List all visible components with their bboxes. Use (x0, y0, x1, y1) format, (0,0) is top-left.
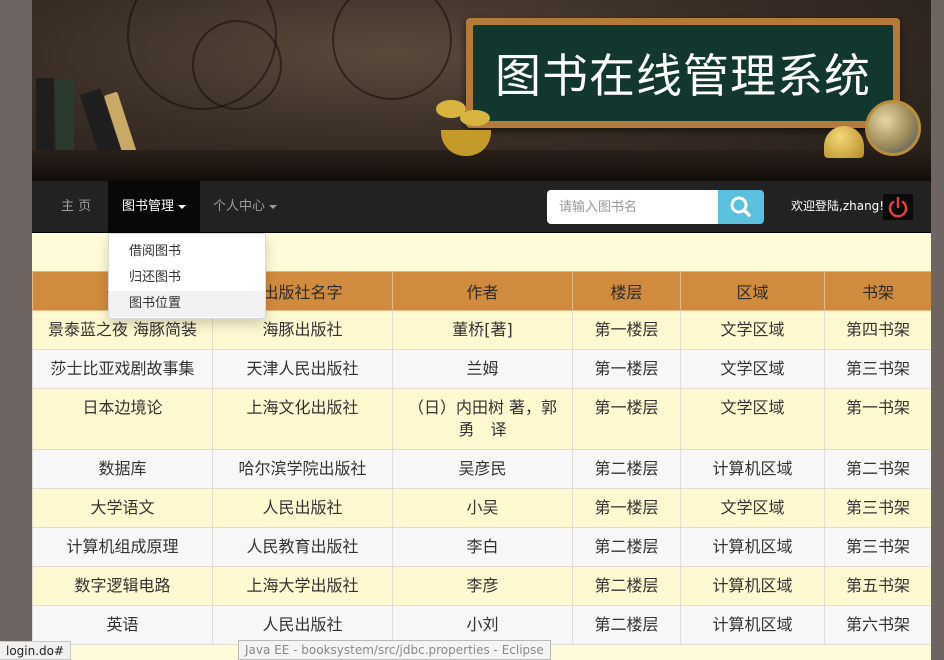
cell-floor: 第二楼层 (572, 566, 681, 606)
bell-icon (824, 126, 864, 158)
book-location-table: 书名 出版社名字 作者 楼层 区域 书架 景泰蓝之夜 海豚简装 海豚出版社 董桥… (32, 271, 931, 645)
table-row: 英语 人民出版社 小刘 第二楼层 计算机区域 第六书架 (32, 605, 931, 645)
nav-book-manage-label: 图书管理 (122, 199, 175, 214)
search-button[interactable] (718, 190, 764, 224)
cell-book-name: 莎士比亚戏剧故事集 (32, 349, 213, 389)
caret-down-icon (178, 204, 187, 209)
bonsai-icon (460, 110, 490, 126)
logout-button[interactable] (883, 194, 913, 220)
caret-down-icon (269, 204, 278, 209)
cell-area: 计算机区域 (680, 449, 825, 489)
table-row: 数据库 哈尔滨学院出版社 吴彦民 第二楼层 计算机区域 第二书架 (32, 449, 931, 489)
cell-book-name: 大学语文 (32, 488, 213, 528)
cell-author: 小吴 (392, 488, 573, 528)
taskbar-tooltip: Java EE - booksystem/src/jdbc.properties… (238, 640, 551, 660)
cell-area: 文学区域 (680, 388, 825, 450)
cell-book-name: 日本边境论 (32, 388, 213, 450)
cell-floor: 第一楼层 (572, 388, 681, 450)
cell-area: 计算机区域 (680, 527, 825, 567)
cell-author: （日）内田树 著，郭勇 译 (392, 388, 573, 450)
table-row: 计算机组成原理 人民教育出版社 李白 第二楼层 计算机区域 第三书架 (32, 527, 931, 567)
cell-shelf: 第五书架 (824, 566, 931, 606)
page: 图书在线管理系统 主 页 图书管理 个人中心 欢迎登陆,zhang! (32, 0, 931, 660)
table-row: 大学语文 人民出版社 小吴 第一楼层 文学区域 第三书架 (32, 488, 931, 528)
cell-shelf: 第三书架 (824, 527, 931, 567)
cell-publisher: 上海文化出版社 (212, 388, 393, 450)
nav-personal-center[interactable]: 个人中心 (199, 181, 291, 232)
cell-floor: 第二楼层 (572, 605, 681, 645)
cell-shelf: 第二书架 (824, 449, 931, 489)
status-bar-url: login.do# (0, 641, 72, 660)
table-row: 莎士比亚戏剧故事集 天津人民出版社 兰姆 第一楼层 文学区域 第三书架 (32, 349, 931, 389)
header-area: 区域 (680, 271, 825, 311)
cell-area: 文学区域 (680, 349, 825, 389)
dropdown-item-return[interactable]: 归还图书 (109, 265, 265, 291)
cell-publisher: 人民教育出版社 (212, 527, 393, 567)
cell-area: 计算机区域 (680, 605, 825, 645)
cell-author: 兰姆 (392, 349, 573, 389)
cell-publisher: 上海大学出版社 (212, 566, 393, 606)
cell-shelf: 第三书架 (824, 488, 931, 528)
nav-home[interactable]: 主 页 (47, 181, 105, 232)
search-input[interactable] (547, 190, 719, 224)
globe-icon (865, 100, 921, 156)
cell-floor: 第二楼层 (572, 527, 681, 567)
nav-book-manage[interactable]: 图书管理 (108, 181, 201, 232)
cell-publisher: 人民出版社 (212, 605, 393, 645)
shelf (32, 150, 931, 181)
welcome-text: 欢迎登陆,zhang! (791, 199, 885, 213)
cell-publisher: 人民出版社 (212, 488, 393, 528)
dropdown-item-location[interactable]: 图书位置 (109, 291, 265, 317)
header-shelf: 书架 (824, 271, 931, 311)
header-banner: 图书在线管理系统 (32, 0, 931, 181)
cell-book-name: 计算机组成原理 (32, 527, 213, 567)
dropdown-item-borrow[interactable]: 借阅图书 (109, 239, 265, 265)
cell-shelf: 第一书架 (824, 388, 931, 450)
cell-shelf: 第六书架 (824, 605, 931, 645)
cell-floor: 第二楼层 (572, 449, 681, 489)
power-icon (888, 196, 908, 218)
cell-floor: 第一楼层 (572, 488, 681, 528)
cell-author: 小刘 (392, 605, 573, 645)
cell-publisher: 天津人民出版社 (212, 349, 393, 389)
nav-personal-center-label: 个人中心 (213, 199, 266, 214)
cell-floor: 第一楼层 (572, 310, 681, 350)
decorative-swirl (332, 0, 452, 100)
cell-area: 文学区域 (680, 488, 825, 528)
header-author: 作者 (392, 271, 573, 311)
search-icon (730, 196, 751, 217)
site-title: 图书在线管理系统 (495, 49, 871, 103)
cell-shelf: 第三书架 (824, 349, 931, 389)
cell-floor: 第一楼层 (572, 349, 681, 389)
cell-book-name: 数据库 (32, 449, 213, 489)
book-decoration (36, 78, 54, 160)
cell-author: 李彦 (392, 566, 573, 606)
chalkboard: 图书在线管理系统 (466, 18, 900, 128)
table-row: 数字逻辑电路 上海大学出版社 李彦 第二楼层 计算机区域 第五书架 (32, 566, 931, 606)
book-manage-dropdown: 借阅图书 归还图书 图书位置 (108, 233, 266, 319)
cell-shelf: 第四书架 (824, 310, 931, 350)
cell-book-name: 英语 (32, 605, 213, 645)
cell-author: 董桥[著] (392, 310, 573, 350)
cell-publisher: 哈尔滨学院出版社 (212, 449, 393, 489)
cell-author: 李白 (392, 527, 573, 567)
book-decoration (56, 80, 74, 160)
navbar: 主 页 图书管理 个人中心 欢迎登陆,zhang! (32, 181, 931, 233)
table-row: 日本边境论 上海文化出版社 （日）内田树 著，郭勇 译 第一楼层 文学区域 第一… (32, 388, 931, 450)
decorative-swirl (192, 20, 282, 110)
cell-author: 吴彦民 (392, 449, 573, 489)
cell-area: 文学区域 (680, 310, 825, 350)
cell-area: 计算机区域 (680, 566, 825, 606)
cell-book-name: 数字逻辑电路 (32, 566, 213, 606)
header-floor: 楼层 (572, 271, 681, 311)
